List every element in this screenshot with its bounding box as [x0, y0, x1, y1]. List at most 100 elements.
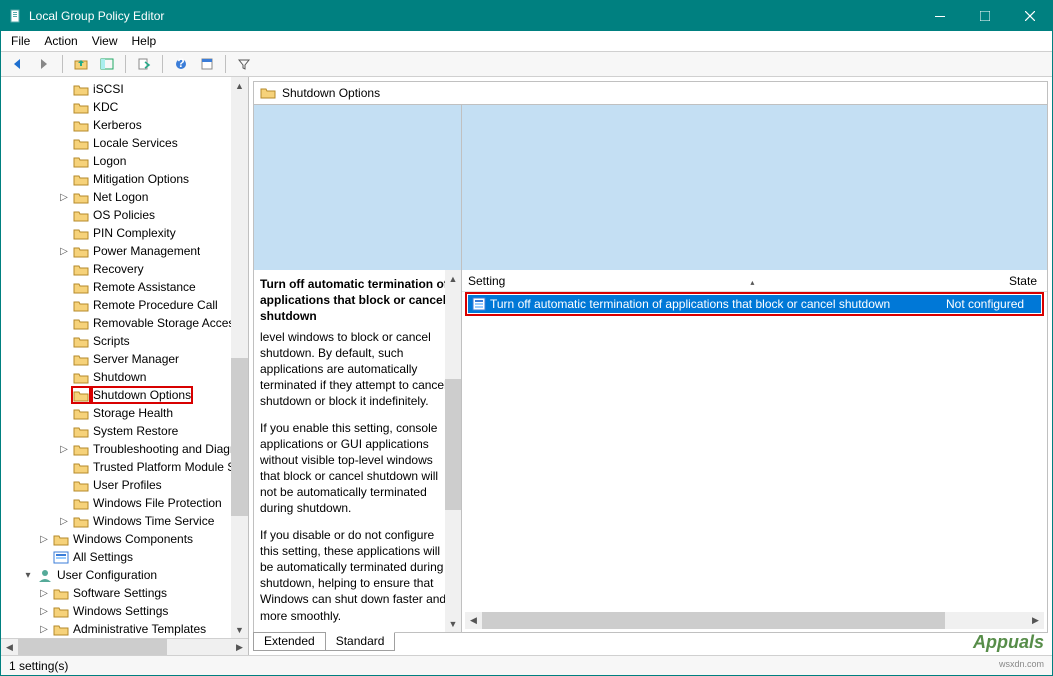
- folder-icon: [73, 442, 89, 456]
- forward-button[interactable]: [33, 53, 55, 75]
- folder-icon: [73, 298, 89, 312]
- tree-item-os-policies[interactable]: OS Policies: [1, 206, 248, 224]
- scroll-left-button[interactable]: ◀: [465, 612, 482, 629]
- tree-item-windows-components[interactable]: ▷ Windows Components: [1, 530, 248, 548]
- back-button[interactable]: [7, 53, 29, 75]
- tree-item-windows-time-service[interactable]: ▷Windows Time Service: [1, 512, 248, 530]
- export-list-button[interactable]: [133, 53, 155, 75]
- expand-icon[interactable]: ▷: [59, 246, 69, 257]
- scroll-up-button[interactable]: ▲: [231, 77, 248, 94]
- maximize-button[interactable]: [962, 1, 1007, 31]
- scroll-up-button[interactable]: ▲: [445, 270, 461, 287]
- scroll-thumb[interactable]: [482, 612, 945, 629]
- tree-item-scripts[interactable]: Scripts: [1, 332, 248, 350]
- tree-item-removable-storage-access[interactable]: Removable Storage Access: [1, 314, 248, 332]
- tree-item-logon[interactable]: Logon: [1, 152, 248, 170]
- tree-item-locale-services[interactable]: Locale Services: [1, 134, 248, 152]
- tree-item-software-settings[interactable]: ▷Software Settings: [1, 584, 248, 602]
- settings-list-column: Setting▴ State Turn off automatic termin…: [462, 105, 1047, 632]
- tree-item-mitigation-options[interactable]: Mitigation Options: [1, 170, 248, 188]
- menu-file[interactable]: File: [11, 34, 30, 48]
- tree-item-user-configuration[interactable]: ▾User Configuration: [1, 566, 248, 584]
- scroll-down-button[interactable]: ▼: [445, 615, 461, 632]
- menu-view[interactable]: View: [92, 34, 118, 48]
- folder-icon: [53, 622, 69, 636]
- tree-horizontal-scrollbar[interactable]: ◀ ▶: [1, 638, 248, 655]
- tree-item-all-settings[interactable]: All Settings: [1, 548, 248, 566]
- content-pane: Shutdown Options Turn off automatic term…: [249, 77, 1052, 655]
- tree-view[interactable]: iSCSIKDCKerberosLocale Services Logon Miti…: [1, 80, 248, 638]
- tree-item-recovery[interactable]: Recovery: [1, 260, 248, 278]
- show-hide-tree-button[interactable]: [96, 53, 118, 75]
- column-header-setting[interactable]: Setting▴: [462, 274, 959, 288]
- expand-icon[interactable]: ▷: [39, 624, 49, 635]
- tree-item-label: Net Logon: [93, 190, 148, 204]
- tree-item-administrative-templates[interactable]: ▷Administrative Templates: [1, 620, 248, 638]
- tree-item-user-profiles[interactable]: User Profiles: [1, 476, 248, 494]
- scroll-right-button[interactable]: ▶: [231, 639, 248, 656]
- tree-item-windows-settings[interactable]: ▷Windows Settings: [1, 602, 248, 620]
- tree-item-label: Windows Components: [73, 532, 193, 546]
- tree-item-label: Windows File Protection: [93, 496, 222, 510]
- tree-item-kerberos[interactable]: Kerberos: [1, 116, 248, 134]
- tree-item-label: PIN Complexity: [93, 226, 176, 240]
- help-button[interactable]: ?: [170, 53, 192, 75]
- tree-item-power-management[interactable]: ▷Power Management: [1, 242, 248, 260]
- menu-action[interactable]: Action: [44, 34, 77, 48]
- properties-button[interactable]: [196, 53, 218, 75]
- sort-indicator-icon: ▴: [750, 278, 754, 287]
- tree-item-label: Shutdown Options: [93, 388, 191, 402]
- collapse-icon[interactable]: ▾: [23, 570, 33, 581]
- tree-item-system-restore[interactable]: System Restore: [1, 422, 248, 440]
- expand-icon[interactable]: ▷: [39, 588, 49, 599]
- tree-item-storage-health[interactable]: Storage Health: [1, 404, 248, 422]
- folder-icon: [73, 424, 89, 438]
- tree-item-windows-file-protection[interactable]: Windows File Protection: [1, 494, 248, 512]
- tree-vertical-scrollbar[interactable]: ▲ ▼: [231, 77, 248, 638]
- expand-icon[interactable]: ▷: [39, 534, 49, 545]
- folder-icon: [73, 118, 89, 132]
- scroll-down-button[interactable]: ▼: [231, 621, 248, 638]
- folder-icon: [260, 86, 276, 100]
- tree-item-shutdown[interactable]: Shutdown: [1, 368, 248, 386]
- tree-item-remote-assistance[interactable]: Remote Assistance: [1, 278, 248, 296]
- tree-item-label: Shutdown: [93, 370, 146, 384]
- list-horizontal-scrollbar[interactable]: ◀ ▶: [465, 612, 1044, 629]
- tab-extended[interactable]: Extended: [253, 632, 326, 651]
- scroll-left-button[interactable]: ◀: [1, 639, 18, 656]
- tree-item-iscsi[interactable]: iSCSI: [1, 80, 248, 98]
- expand-icon[interactable]: ▷: [59, 444, 69, 455]
- toolbar-separator: [225, 55, 226, 73]
- tree-item-server-manager[interactable]: Server Manager: [1, 350, 248, 368]
- expand-icon[interactable]: ▷: [59, 516, 69, 527]
- minimize-button[interactable]: [917, 1, 962, 31]
- tree-item-troubleshooting-and-diagnostics[interactable]: ▷Troubleshooting and Diagnostics: [1, 440, 248, 458]
- tree-item-shutdown-options[interactable]: Shutdown Options: [1, 386, 248, 404]
- expand-icon[interactable]: ▷: [59, 192, 69, 203]
- folder-icon: [73, 208, 89, 222]
- folder-icon: [73, 280, 89, 294]
- tree-item-label: All Settings: [73, 550, 133, 564]
- folder-icon: [73, 136, 89, 150]
- tree-item-label: Logon: [93, 154, 126, 168]
- column-header-state[interactable]: State: [959, 274, 1047, 288]
- description-scrollbar[interactable]: ▲ ▼: [445, 270, 461, 632]
- tab-standard[interactable]: Standard: [325, 632, 396, 651]
- up-folder-button[interactable]: [70, 53, 92, 75]
- setting-heading: Turn off automatic termination of applic…: [260, 276, 453, 325]
- tree-item-kdc[interactable]: KDC: [1, 98, 248, 116]
- setting-row-selected[interactable]: Turn off automatic termination of applic…: [468, 295, 1041, 313]
- scroll-thumb[interactable]: [18, 639, 167, 656]
- folder-icon: [73, 316, 89, 330]
- expand-icon[interactable]: ▷: [39, 606, 49, 617]
- scroll-right-button[interactable]: ▶: [1027, 612, 1044, 629]
- menu-help[interactable]: Help: [132, 34, 157, 48]
- scroll-thumb[interactable]: [445, 379, 461, 510]
- close-button[interactable]: [1007, 1, 1052, 31]
- scroll-thumb[interactable]: [231, 358, 248, 516]
- tree-item-trusted-platform-module-services[interactable]: Trusted Platform Module Services: [1, 458, 248, 476]
- tree-item-net-logon[interactable]: ▷ Net Logon: [1, 188, 248, 206]
- tree-item-pin-complexity[interactable]: PIN Complexity: [1, 224, 248, 242]
- filter-button[interactable]: [233, 53, 255, 75]
- tree-item-remote-procedure-call[interactable]: Remote Procedure Call: [1, 296, 248, 314]
